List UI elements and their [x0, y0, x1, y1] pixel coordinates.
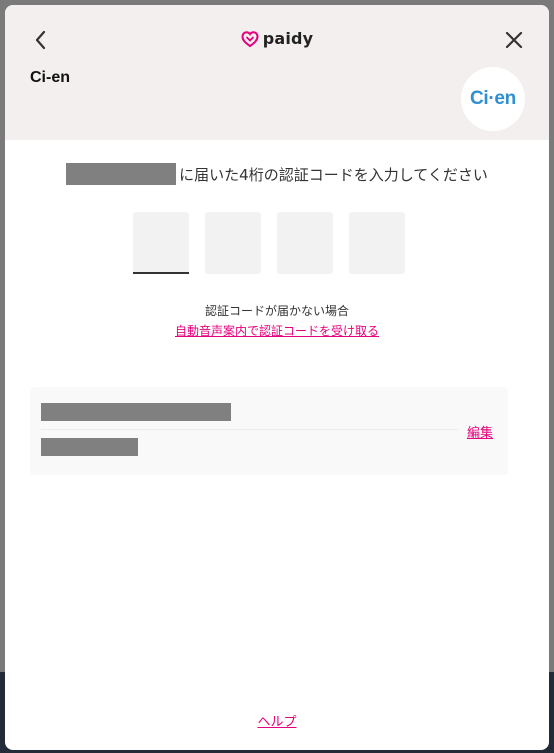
paidy-modal: paidy Ci-en Ci·en に届いた4桁の認証コードを入力してください … [5, 5, 549, 750]
code-input-row [133, 212, 405, 274]
edit-link[interactable]: 編集 [467, 422, 493, 441]
brand-name: paidy [262, 29, 314, 48]
close-button[interactable] [499, 25, 529, 55]
prompt-text: に届いた4桁の認証コードを入力してください [179, 165, 488, 184]
merchant-logo-text: Ci·en [469, 88, 516, 109]
modal-header: paidy Ci-en Ci·en [5, 5, 549, 140]
redacted-phone [41, 438, 138, 456]
redacted-phone-number [66, 163, 177, 185]
code-digit-2[interactable] [205, 212, 261, 274]
card-divider [41, 429, 458, 430]
help-link[interactable]: ヘルプ [5, 711, 549, 730]
no-code-text: 認証コードが届かない場合 [204, 304, 349, 318]
paidy-logo-icon [241, 30, 259, 47]
close-icon [505, 31, 523, 49]
code-digit-3[interactable] [277, 212, 333, 274]
merchant-logo: Ci·en [461, 67, 525, 131]
paidy-brand: paidy [5, 29, 549, 48]
voice-code-link[interactable]: 自動音声案内で認証コードを受け取る [5, 322, 549, 339]
code-digit-1[interactable] [133, 212, 189, 274]
redacted-email [41, 403, 231, 421]
account-info-card: 編集 [30, 387, 508, 475]
merchant-name: Ci-en [30, 69, 70, 86]
code-digit-4[interactable] [349, 212, 405, 274]
verification-prompt: に届いた4桁の認証コードを入力してください [5, 163, 549, 185]
